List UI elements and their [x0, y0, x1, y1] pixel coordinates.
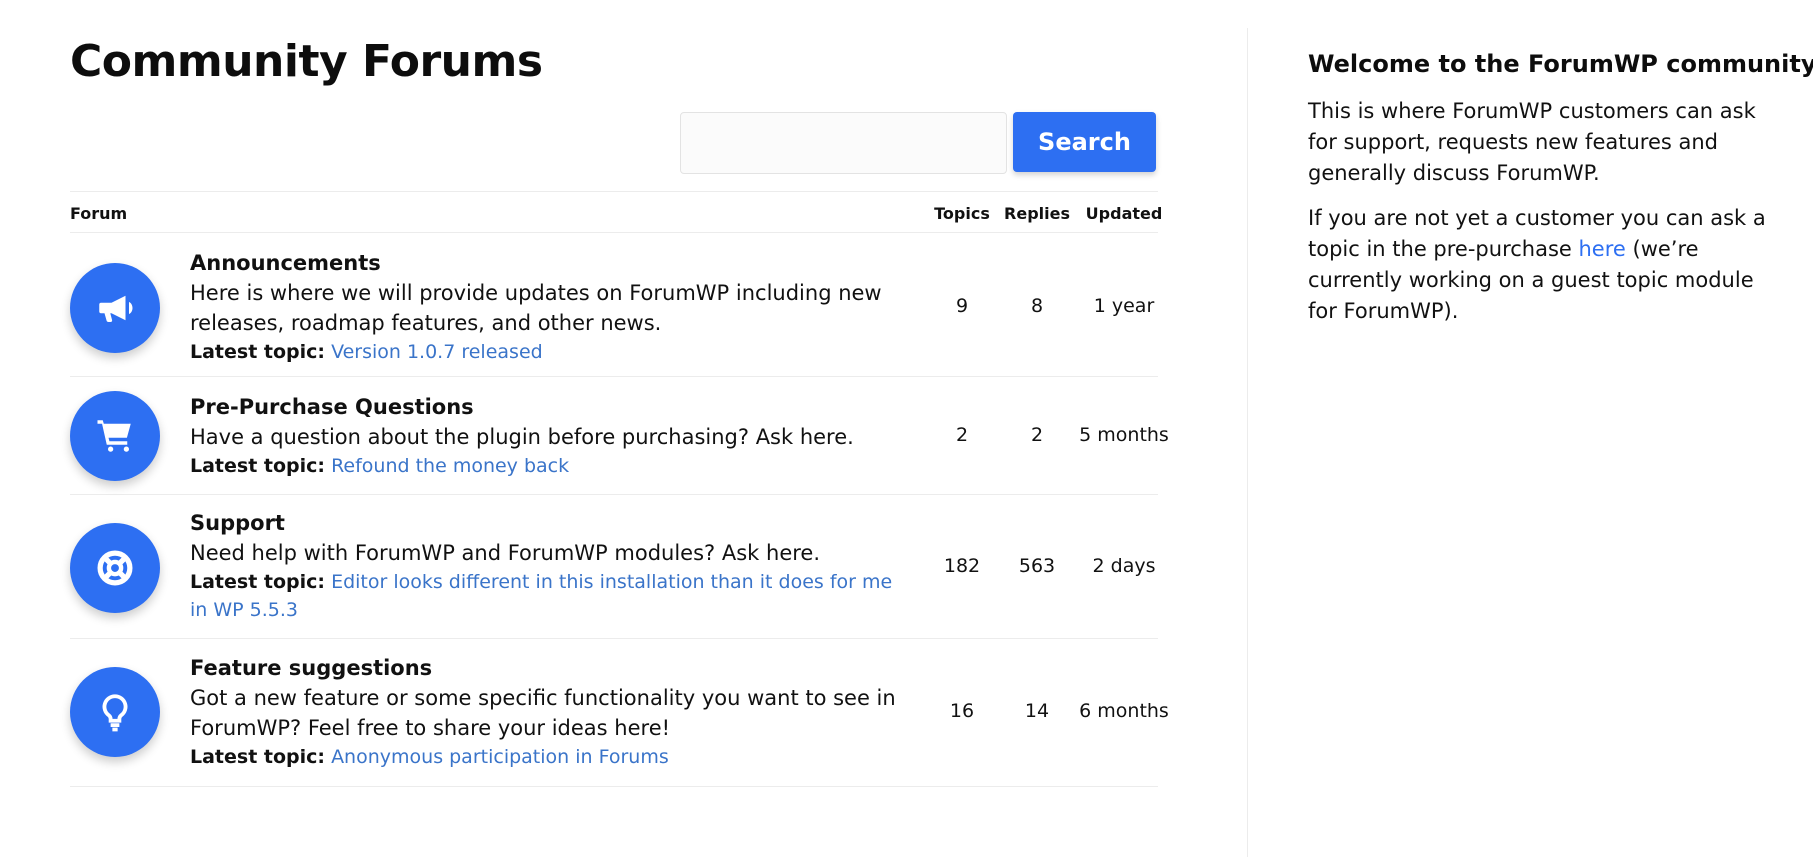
forum-description: Here is where we will provide updates on… [190, 281, 882, 335]
forum-info: Pre-Purchase Questions Have a question a… [190, 392, 910, 480]
forum-description: Have a question about the plugin before … [190, 425, 854, 449]
forum-row-support: Support Need help with ForumWP and Forum… [70, 495, 1158, 639]
forum-title[interactable]: Feature suggestions [190, 653, 910, 683]
table-header: Forum Topics Replies Updated [70, 191, 1162, 233]
megaphone-icon[interactable] [70, 263, 160, 353]
latest-topic: Latest topic: Editor looks different in … [190, 568, 910, 624]
header-updated: Updated [1085, 204, 1163, 223]
sidebar: Welcome to the ForumWP community This is… [1308, 48, 1813, 327]
latest-topic: Latest topic: Version 1.0.7 released [190, 338, 910, 366]
forum-description: Need help with ForumWP and ForumWP modul… [190, 541, 820, 565]
sidebar-title: Welcome to the ForumWP community [1308, 50, 1813, 78]
lifebuoy-icon[interactable] [70, 523, 160, 613]
latest-topic-label: Latest topic: [190, 571, 326, 593]
updated-time: 1 year [1093, 295, 1155, 317]
forum-title[interactable]: Pre-Purchase Questions [190, 392, 910, 422]
sidebar-paragraph-1: This is where ForumWP customers can ask … [1308, 99, 1756, 185]
latest-topic-link[interactable]: Anonymous participation in Forums [331, 746, 669, 768]
latest-topic-link[interactable]: Refound the money back [331, 455, 569, 477]
forum-row-pre-purchase: Pre-Purchase Questions Have a question a… [70, 377, 1169, 495]
forum-info: Support Need help with ForumWP and Forum… [190, 508, 910, 624]
updated-time: 2 days [1092, 555, 1156, 577]
cart-icon[interactable] [70, 391, 160, 481]
forum-info: Announcements Here is where we will prov… [190, 248, 910, 366]
forums-table: Forum Topics Replies Updated Announcemen… [70, 191, 1169, 787]
latest-topic-label: Latest topic: [190, 341, 326, 363]
search-bar: Search [680, 112, 1156, 174]
header-forum: Forum [70, 204, 128, 223]
forum-info: Feature suggestions Got a new feature or… [190, 653, 910, 771]
forum-description: Got a new feature or some specific funct… [190, 686, 896, 740]
latest-topic-label: Latest topic: [190, 455, 326, 477]
sidebar-paragraph-2: If you are not yet a customer you can as… [1308, 203, 1788, 327]
latest-topic: Latest topic: Anonymous participation in… [190, 743, 910, 771]
forum-title[interactable]: Support [190, 508, 910, 538]
search-button[interactable]: Search [1013, 112, 1156, 172]
page-title: Community Forums [70, 36, 543, 87]
latest-topic-link[interactable]: Version 1.0.7 released [331, 341, 543, 363]
latest-topic: Latest topic: Refound the money back [190, 452, 910, 480]
lightbulb-icon[interactable] [70, 667, 160, 757]
search-input[interactable] [680, 112, 1007, 174]
updated-time: 6 months [1079, 700, 1169, 722]
forum-title[interactable]: Announcements [190, 248, 910, 278]
latest-topic-label: Latest topic: [190, 746, 326, 768]
forum-row-announcements: Announcements Here is where we will prov… [70, 233, 1158, 377]
updated-time: 5 months [1079, 424, 1169, 446]
pre-purchase-link[interactable]: here [1579, 237, 1626, 261]
forum-row-feature-suggestions: Feature suggestions Got a new feature or… [70, 639, 1169, 787]
sidebar-divider [1247, 28, 1248, 857]
